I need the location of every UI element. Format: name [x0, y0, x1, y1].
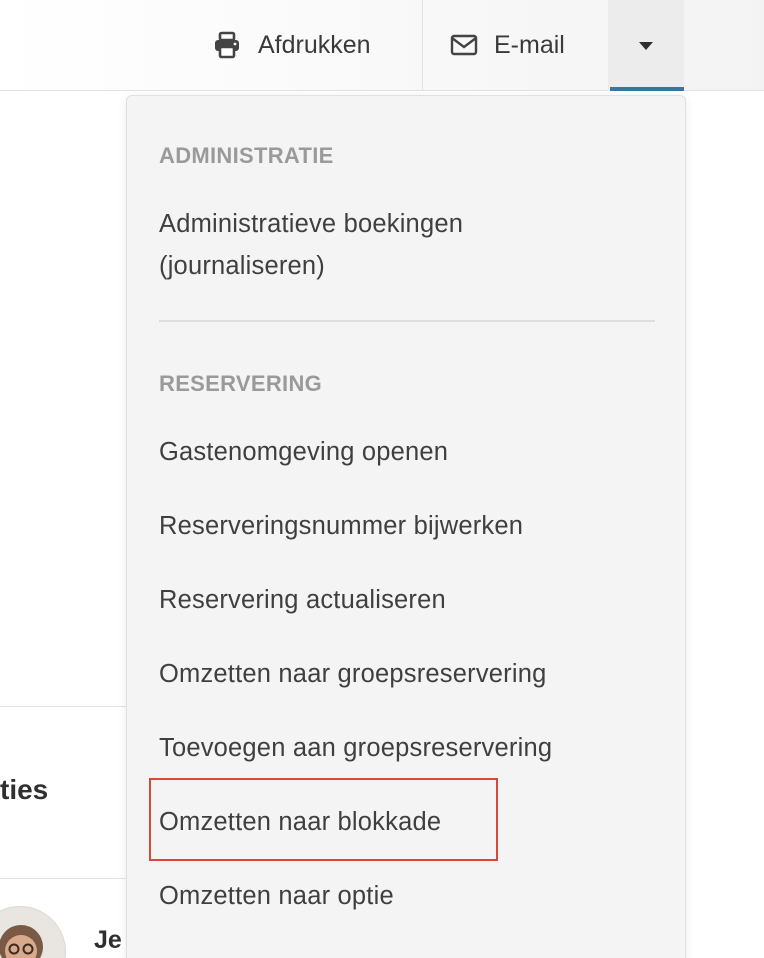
active-tab-underline: [610, 87, 684, 91]
menu-item-reserveringsnummer-bijwerken[interactable]: Reserveringsnummer bijwerken: [159, 505, 659, 547]
menu-item-reservering-actualiseren[interactable]: Reservering actualiseren: [159, 579, 659, 621]
menu-item-label: (journaliseren): [159, 252, 325, 280]
print-label: Afdrukken: [258, 30, 371, 59]
menu-item-gastenomgeving-openen[interactable]: Gastenomgeving openen: [159, 431, 659, 473]
toolbar: Afdrukken E-mail: [0, 0, 764, 91]
menu-divider: [159, 320, 655, 322]
caret-down-icon: [638, 41, 654, 51]
email-button[interactable]: E-mail: [450, 0, 565, 90]
background-divider: [0, 878, 130, 879]
page: Afdrukken E-mail ties Je ADMINISTRATIE A…: [0, 0, 764, 958]
menu-item-omzetten-naar-blokkade[interactable]: Omzetten naar blokkade: [159, 801, 659, 843]
more-actions-dropdown-button[interactable]: [608, 0, 684, 91]
print-button[interactable]: Afdrukken: [212, 0, 371, 90]
background-user-name: Je: [94, 926, 122, 954]
email-label: E-mail: [494, 30, 565, 59]
envelope-icon: [450, 34, 478, 56]
section-title-reservering: RESERVERING: [159, 371, 323, 396]
avatar: [0, 906, 66, 958]
background-section-heading: ties: [0, 774, 49, 805]
menu-item-omzetten-naar-groepsreservering[interactable]: Omzetten naar groepsreservering: [159, 653, 659, 695]
background-divider: [0, 706, 130, 707]
section-title-administratie: ADMINISTRATIE: [159, 143, 334, 168]
menu-item-omzetten-naar-optie[interactable]: Omzetten naar optie: [159, 875, 659, 917]
menu-item-administratieve-boekingen[interactable]: Administratieve boekingen (journaliseren…: [159, 203, 659, 287]
menu-item-label: Administratieve boekingen: [159, 210, 464, 238]
menu-item-toevoegen-aan-groepsreservering[interactable]: Toevoegen aan groepsreservering: [159, 727, 659, 769]
printer-icon: [212, 31, 242, 59]
toolbar-separator: [422, 0, 423, 90]
actions-dropdown-menu: ADMINISTRATIE Administratieve boekingen …: [126, 95, 686, 958]
